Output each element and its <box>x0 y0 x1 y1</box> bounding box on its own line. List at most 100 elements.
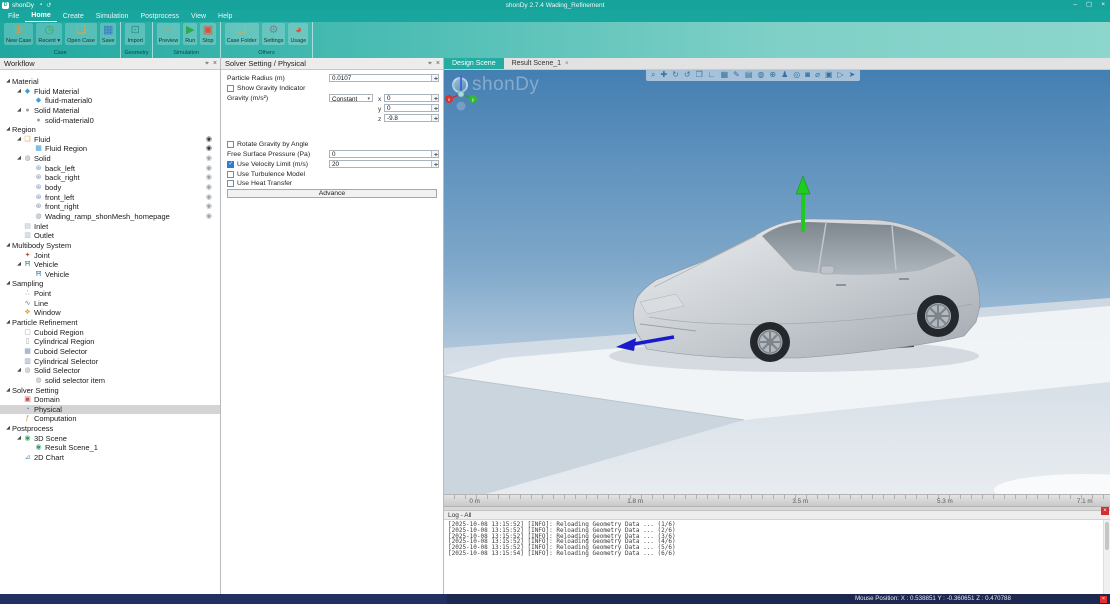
play-icon[interactable]: ▷ <box>838 70 844 81</box>
menu-postprocess[interactable]: Postprocess <box>134 12 185 22</box>
expander-icon[interactable]: ◢ <box>15 135 23 145</box>
tree-item-fluid-region[interactable]: ▦Fluid Region◉ <box>0 144 220 154</box>
spinner[interactable] <box>431 105 438 111</box>
camera-icon[interactable]: ◙ <box>805 70 810 81</box>
stop-button[interactable]: ▣Stop <box>200 23 215 45</box>
tree-item-domain[interactable]: ▣Domain <box>0 395 220 405</box>
run-button[interactable]: ▶Run <box>183 23 197 45</box>
tree-item-front-right[interactable]: ⊛front_right◉ <box>0 202 220 212</box>
rotate-view-icon[interactable]: ↺ <box>684 70 691 81</box>
tree-item-computation[interactable]: ƒComputation <box>0 414 220 424</box>
spinner[interactable] <box>431 161 438 167</box>
annotate-icon[interactable]: ✎ <box>733 70 740 81</box>
spinner[interactable] <box>431 75 438 81</box>
status-alert-button[interactable]: × <box>1100 596 1107 603</box>
visibility-eye-icon[interactable]: ◉ <box>206 164 212 174</box>
menu-home[interactable]: Home <box>25 11 56 22</box>
image-export-icon[interactable]: ▦ <box>721 70 729 81</box>
tab-result-scene-1[interactable]: Result Scene_1× <box>504 58 577 69</box>
share-icon[interactable]: ➤ <box>849 70 856 81</box>
tree-item-back-right[interactable]: ⊛back_right◉ <box>0 173 220 183</box>
visibility-eye-icon[interactable]: ◉ <box>206 154 212 164</box>
case-folder-button[interactable]: ❑Case Folder <box>225 23 259 45</box>
tree-item-line[interactable]: ∿Line <box>0 299 220 309</box>
globe-icon[interactable]: ◍ <box>757 70 764 81</box>
free-surface-pressure-input[interactable] <box>329 150 439 158</box>
axis-gizmo[interactable]: x y <box>444 70 478 112</box>
panel-icon[interactable]: ▣ <box>825 70 833 81</box>
spinner[interactable] <box>431 95 438 101</box>
tree-item-body[interactable]: ⊛body◉ <box>0 183 220 193</box>
tree-item-physical[interactable]: ◔Physical <box>0 405 220 415</box>
visibility-eye-icon[interactable]: ◉ <box>206 183 212 193</box>
pin-icon[interactable]: ⌖ <box>428 58 432 70</box>
maximize-button[interactable]: ▢ <box>1086 0 1092 10</box>
menu-create[interactable]: Create <box>57 12 90 22</box>
tree-item-solid-material0[interactable]: ●solid-material0 <box>0 116 220 126</box>
tree-item-multibody-system[interactable]: ◢Multibody System <box>0 241 220 251</box>
tree-item-region[interactable]: ◢Region <box>0 125 220 135</box>
expander-icon[interactable]: ◢ <box>15 260 23 270</box>
rotate-gravity-checkbox[interactable] <box>227 141 234 148</box>
tab-close-icon[interactable]: × <box>565 58 569 70</box>
close-button[interactable]: × <box>1101 0 1105 10</box>
usage-button[interactable]: ◕Usage <box>288 23 308 45</box>
expander-icon[interactable]: ◢ <box>4 125 12 135</box>
expander-icon[interactable]: ◢ <box>15 434 23 444</box>
visibility-eye-icon[interactable]: ◉ <box>206 144 212 154</box>
3d-scene[interactable]: shonDy ⌕✚↻↺❐∟▦✎▤◍⊕♟◎◙⌀▣▷➤ x y 0 m1.8 m3.… <box>444 70 1110 506</box>
expander-icon[interactable]: ◢ <box>4 386 12 396</box>
tree-item-outlet[interactable]: ▥Outlet <box>0 231 220 241</box>
velocity-limit-input[interactable] <box>329 160 439 168</box>
menu-view[interactable]: View <box>185 12 212 22</box>
tree-item-particle-refinement[interactable]: ◢Particle Refinement <box>0 318 220 328</box>
tree-item-solid-selector[interactable]: ◢◍Solid Selector <box>0 366 220 376</box>
tree-item-result-scene-1[interactable]: ◉Result Scene_1 <box>0 443 220 453</box>
tree-item-cuboid-selector[interactable]: ▦Cuboid Selector <box>0 347 220 357</box>
tree-item-fluid[interactable]: ◢❑Fluid◉ <box>0 135 220 145</box>
tree-item-cylindrical-selector[interactable]: ▥Cylindrical Selector <box>0 357 220 367</box>
visibility-eye-icon[interactable]: ◉ <box>206 202 212 212</box>
visibility-eye-icon[interactable]: ◉ <box>206 212 212 222</box>
advance-button[interactable]: Advance <box>227 189 437 198</box>
new-case-button[interactable]: ⊕New Case <box>4 23 33 45</box>
menu-simulation[interactable]: Simulation <box>90 12 135 22</box>
tree-item-3d-scene[interactable]: ◢◉3D Scene <box>0 434 220 444</box>
tree-item-cuboid-region[interactable]: ▢Cuboid Region <box>0 328 220 338</box>
spinner[interactable] <box>431 151 438 157</box>
zoom-icon[interactable]: ⌕ <box>651 70 655 81</box>
tree-item-material[interactable]: ◢Material <box>0 77 220 87</box>
tree-item-solver-setting[interactable]: ◢Solver Setting <box>0 386 220 396</box>
gravity-mode-select[interactable]: Constant <box>329 94 373 102</box>
open-case-button[interactable]: ❑Open Case <box>65 23 97 45</box>
pan-icon[interactable]: ✚ <box>660 70 667 81</box>
tree-item-inlet[interactable]: ▤Inlet <box>0 222 220 232</box>
menu-help[interactable]: Help <box>212 12 238 22</box>
tree-item-sampling[interactable]: ◢Sampling <box>0 279 220 289</box>
expander-icon[interactable]: ◢ <box>15 366 23 376</box>
measure-icon[interactable]: ⌀ <box>815 70 820 81</box>
target-icon[interactable]: ◎ <box>793 70 800 81</box>
particle-radius-input[interactable] <box>329 74 439 82</box>
gravity-y-input[interactable] <box>384 104 439 112</box>
tree-item-postprocess[interactable]: ◢Postprocess <box>0 424 220 434</box>
add-view-icon[interactable]: ⊕ <box>769 70 776 81</box>
axes-icon[interactable]: ∟ <box>708 70 716 81</box>
minimize-button[interactable]: – <box>1073 0 1077 10</box>
tree-item-point[interactable]: ∴Point <box>0 289 220 299</box>
settings-button[interactable]: ⚙Settings <box>262 23 286 45</box>
expander-icon[interactable]: ◢ <box>4 241 12 251</box>
tree-item-vehicle[interactable]: ◢ĦVehicle <box>0 260 220 270</box>
tree-item-2d-chart[interactable]: ⊿2D Chart <box>0 453 220 463</box>
visibility-eye-icon[interactable]: ◉ <box>206 193 212 203</box>
tree-item-window[interactable]: ❖Window <box>0 308 220 318</box>
tree-item-cylindrical-region[interactable]: ▯Cylindrical Region <box>0 337 220 347</box>
log-scrollbar-thumb[interactable] <box>1105 522 1109 550</box>
menu-file[interactable]: File <box>2 12 25 22</box>
pin-icon[interactable]: ⌖ <box>205 58 209 70</box>
grid-icon[interactable]: ▤ <box>745 70 753 81</box>
expander-icon[interactable]: ◢ <box>4 77 12 87</box>
use-turbulence-model-checkbox[interactable] <box>227 171 234 178</box>
expander-icon[interactable]: ◢ <box>4 318 12 328</box>
tree-item-back-left[interactable]: ⊛back_left◉ <box>0 164 220 174</box>
